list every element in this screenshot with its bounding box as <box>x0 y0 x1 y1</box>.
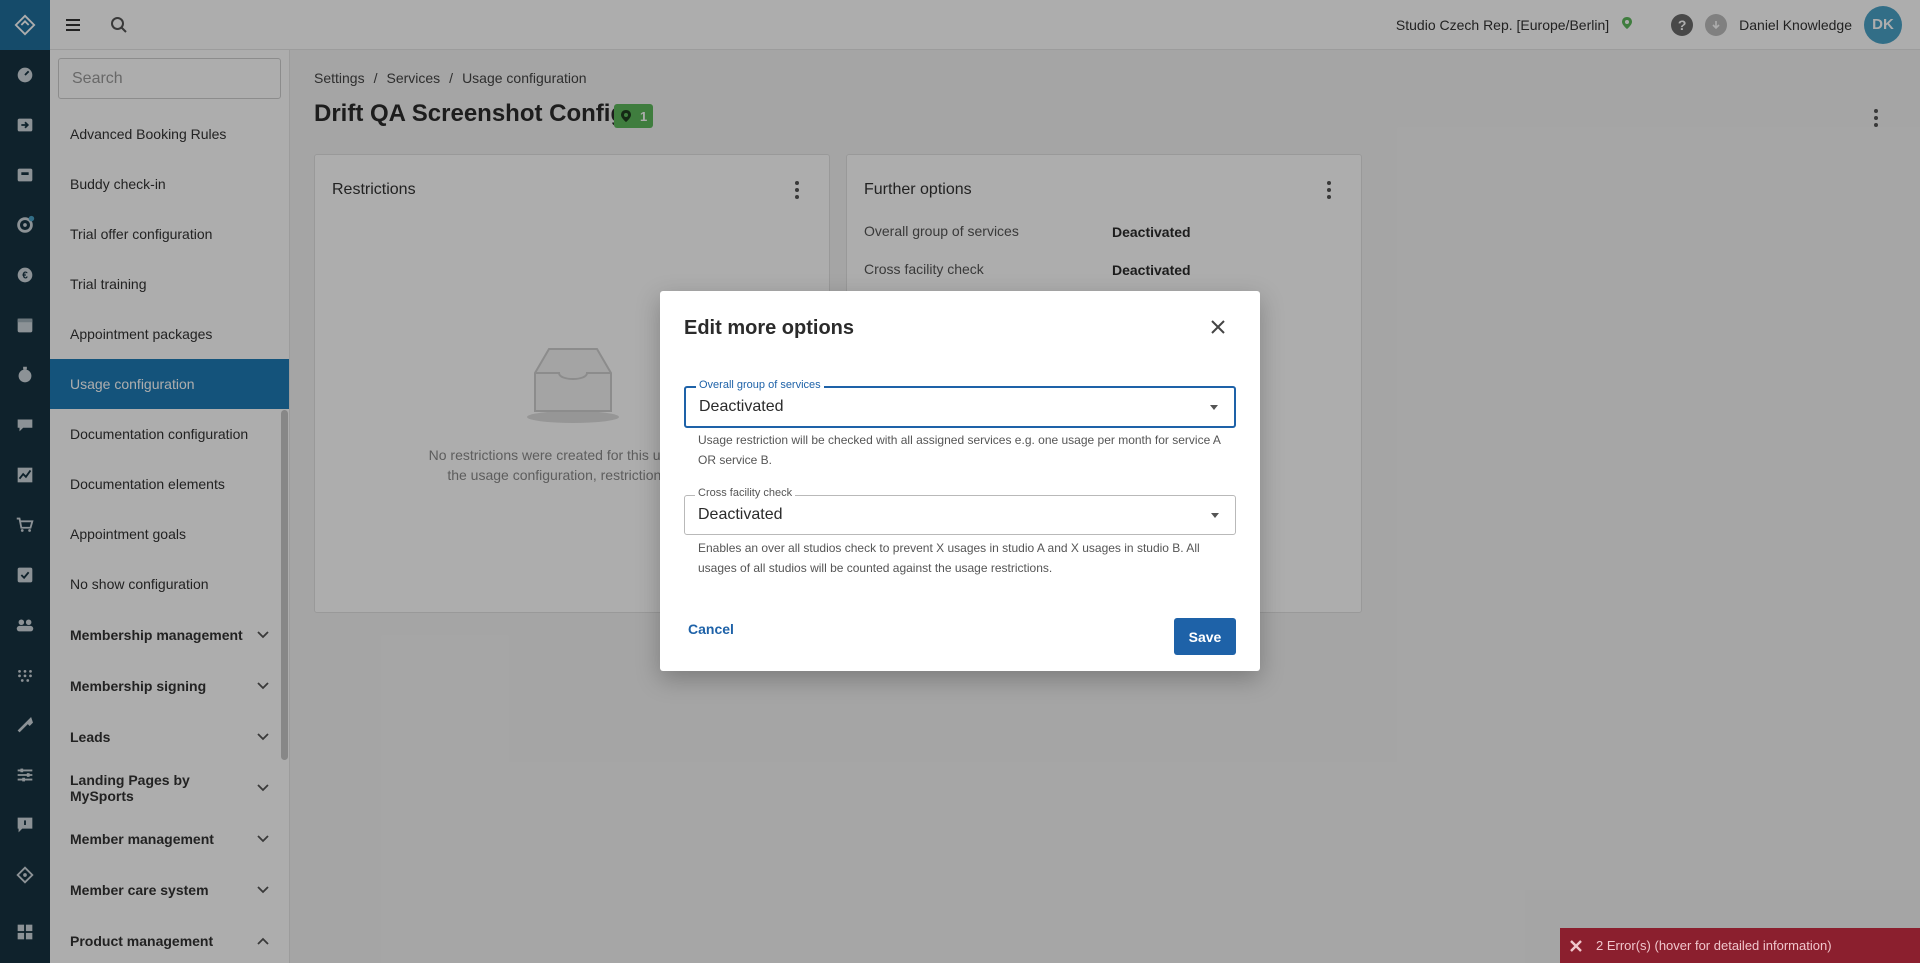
field-helper-text: Enables an over all studios check to pre… <box>698 541 1200 575</box>
cancel-button[interactable]: Cancel <box>688 621 734 637</box>
field-label: Overall group of services <box>696 379 824 391</box>
dialog-title: Edit more options <box>684 317 854 339</box>
chevron-down-icon <box>1210 405 1218 410</box>
field-value: Deactivated <box>698 506 783 523</box>
save-button[interactable]: Save <box>1174 618 1236 655</box>
field-label: Cross facility check <box>695 487 796 499</box>
close-icon[interactable] <box>1570 939 1582 952</box>
cross-facility-select[interactable]: Cross facility check Deactivated <box>684 487 1236 535</box>
error-toast-text: 2 Error(s) (hover for detailed informati… <box>1596 938 1832 953</box>
field-value: Deactivated <box>699 398 784 415</box>
chevron-down-icon <box>1211 513 1219 518</box>
overall-group-select[interactable]: Overall group of services Deactivated <box>684 379 1236 428</box>
error-toast[interactable]: 2 Error(s) (hover for detailed informati… <box>1560 928 1920 963</box>
close-icon[interactable] <box>1206 315 1230 339</box>
edit-options-dialog: Edit more options Overall group of servi… <box>660 291 1260 671</box>
field-helper-text: Usage restriction will be checked with a… <box>698 433 1221 467</box>
